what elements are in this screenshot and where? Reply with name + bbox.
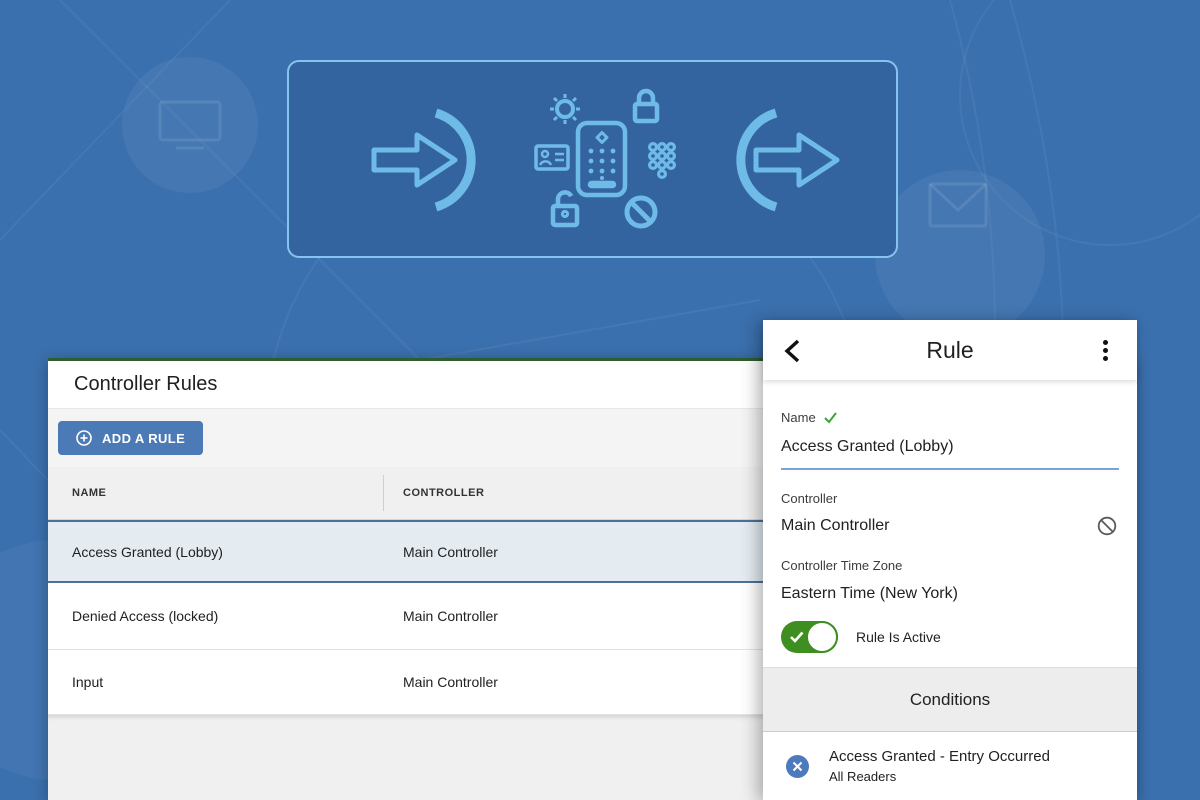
name-field[interactable]: Name Access Granted (Lobby) — [781, 380, 1119, 470]
add-rule-button[interactable]: ADD A RULE — [58, 421, 203, 455]
rule-active-toggle[interactable] — [781, 621, 838, 653]
kebab-menu-icon[interactable] — [1095, 336, 1115, 364]
envelope-icon — [930, 184, 986, 226]
add-rule-label: ADD A RULE — [102, 431, 185, 446]
desktop-background: Controller Rules ADD A RULE NAME CONTROL… — [0, 0, 1200, 800]
rule-name-cell: Access Granted (Lobby) — [48, 544, 383, 560]
exit-arrow-icon — [741, 113, 837, 207]
rule-controller-cell: Main Controller — [383, 544, 498, 560]
monitor-icon — [160, 102, 220, 148]
column-header-controller: CONTROLLER — [383, 487, 484, 499]
keypad-dots-icon — [650, 144, 675, 178]
toggle-knob — [806, 621, 838, 653]
block-icon — [627, 198, 655, 226]
entry-arrow-icon — [374, 113, 471, 207]
condition-title: Access Granted - Entry Occurred — [829, 748, 1050, 765]
rule-active-row: Rule Is Active — [781, 621, 1119, 653]
toggle-check-icon — [789, 629, 805, 645]
unlock-icon — [553, 192, 577, 225]
controller-field: Controller Main Controller — [781, 491, 1119, 536]
remove-condition-icon[interactable] — [786, 755, 809, 778]
rule-detail-panel: Rule Name Access Granted (Lobby) Control… — [763, 320, 1137, 800]
keypad-device-dots — [589, 149, 616, 180]
name-input[interactable]: Access Granted (Lobby) — [781, 438, 1119, 470]
rule-name-cell: Input — [48, 674, 383, 690]
page-title: Controller Rules — [74, 373, 217, 396]
block-icon[interactable] — [1097, 516, 1117, 536]
condition-subtitle: All Readers — [829, 769, 1050, 784]
name-label: Name — [781, 410, 816, 425]
rule-active-label: Rule Is Active — [856, 629, 941, 645]
conditions-section-header: Conditions — [763, 667, 1137, 732]
rule-panel-title: Rule — [763, 337, 1137, 364]
rule-name-cell: Denied Access (locked) — [48, 608, 383, 624]
rule-controller-cell: Main Controller — [383, 608, 498, 624]
sun-icon — [550, 94, 580, 124]
rule-form: Name Access Granted (Lobby) Controller M… — [763, 380, 1137, 667]
id-card-icon — [536, 146, 568, 169]
column-divider — [383, 475, 384, 511]
controller-value: Main Controller — [781, 517, 889, 535]
access-banner — [287, 60, 898, 258]
timezone-field: Controller Time Zone Eastern Time (New Y… — [781, 558, 1119, 603]
condition-item[interactable]: Access Granted - Entry Occurred All Read… — [763, 732, 1137, 800]
column-header-name: NAME — [48, 487, 383, 499]
condition-text: Access Granted - Entry Occurred All Read… — [829, 748, 1050, 784]
timezone-value: Eastern Time (New York) — [781, 585, 1119, 603]
controller-label: Controller — [781, 491, 837, 506]
lock-icon — [635, 91, 657, 121]
rule-controller-cell: Main Controller — [383, 674, 498, 690]
rule-panel-header: Rule — [763, 320, 1137, 380]
valid-check-icon — [823, 411, 838, 424]
plus-circle-icon — [76, 430, 92, 446]
timezone-label: Controller Time Zone — [781, 558, 902, 573]
conditions-title: Conditions — [910, 690, 990, 710]
